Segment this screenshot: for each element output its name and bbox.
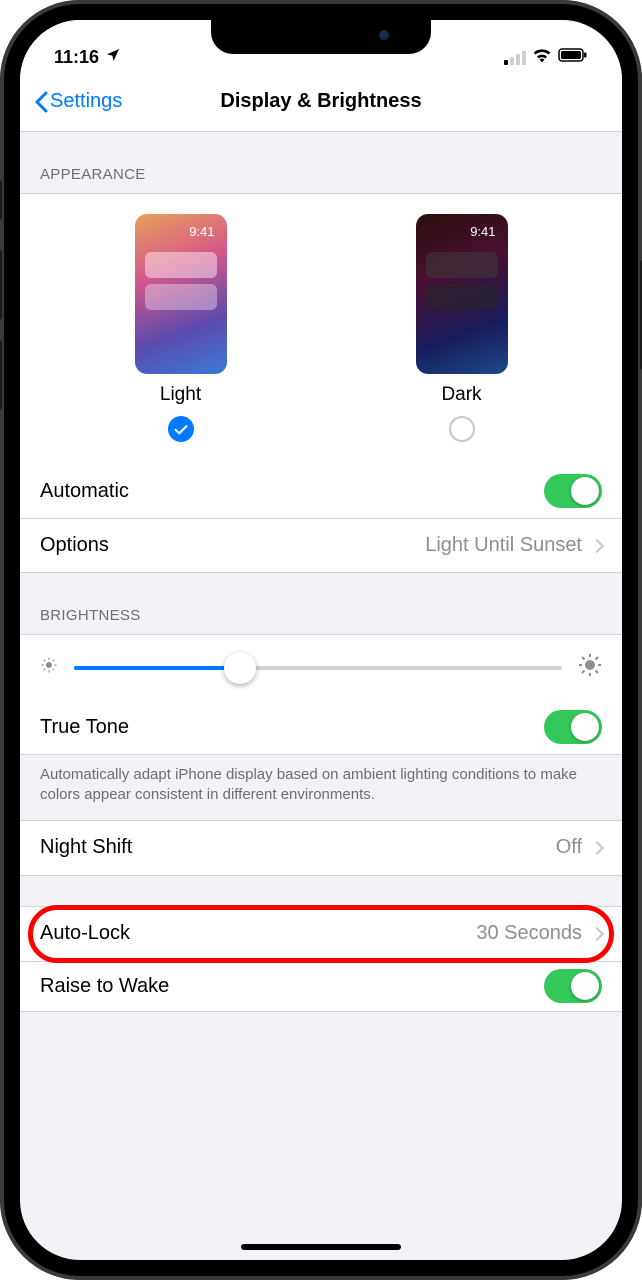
light-radio[interactable] xyxy=(168,416,194,442)
light-label: Light xyxy=(160,384,201,406)
brightness-slider-row xyxy=(20,634,622,700)
appearance-header: APPEARANCE xyxy=(20,132,622,193)
chevron-right-icon xyxy=(590,926,604,940)
location-icon xyxy=(105,47,121,68)
dark-radio[interactable] xyxy=(449,416,475,442)
light-preview: 9:41 xyxy=(135,214,227,374)
true-tone-label: True Tone xyxy=(40,716,129,739)
chevron-right-icon xyxy=(590,840,604,854)
dark-label: Dark xyxy=(441,384,481,406)
screen: 11:16 Settings xyxy=(20,20,622,1260)
page-title: Display & Brightness xyxy=(220,90,421,113)
appearance-selector: 9:41 Light 9:41 Dark xyxy=(20,193,622,464)
dark-preview: 9:41 xyxy=(416,214,508,374)
preview-time: 9:41 xyxy=(189,224,214,239)
chevron-left-icon xyxy=(34,91,48,113)
automatic-toggle[interactable] xyxy=(544,474,602,508)
cellular-signal-icon xyxy=(504,51,526,65)
battery-icon xyxy=(558,48,588,67)
phone-frame: 11:16 Settings xyxy=(0,0,642,1280)
auto-lock-label: Auto-Lock xyxy=(40,922,130,945)
automatic-row: Automatic xyxy=(20,464,622,518)
auto-lock-row[interactable]: Auto-Lock 30 Seconds xyxy=(20,907,622,961)
options-value: Light Until Sunset xyxy=(425,534,582,557)
volume-down-button xyxy=(0,340,2,410)
night-shift-label: Night Shift xyxy=(40,836,132,859)
brightness-header: BRIGHTNESS xyxy=(20,573,622,634)
sun-large-icon xyxy=(578,653,602,682)
sun-small-icon xyxy=(40,656,58,679)
chevron-right-icon xyxy=(590,538,604,552)
raise-to-wake-toggle[interactable] xyxy=(544,969,602,1003)
preview-time: 9:41 xyxy=(470,224,495,239)
true-tone-toggle[interactable] xyxy=(544,710,602,744)
night-shift-value: Off xyxy=(556,836,582,859)
automatic-label: Automatic xyxy=(40,480,129,503)
true-tone-row: True Tone xyxy=(20,700,622,754)
status-time: 11:16 xyxy=(54,47,99,68)
appearance-option-dark[interactable]: 9:41 Dark xyxy=(416,214,508,442)
back-button[interactable]: Settings xyxy=(34,90,122,113)
wifi-icon xyxy=(532,47,552,68)
auto-lock-value: 30 Seconds xyxy=(476,922,582,945)
notch xyxy=(211,20,431,54)
brightness-slider[interactable] xyxy=(74,666,562,670)
navigation-bar: Settings Display & Brightness xyxy=(20,72,622,132)
true-tone-footer: Automatically adapt iPhone display based… xyxy=(20,755,622,820)
brightness-thumb[interactable] xyxy=(224,652,256,684)
volume-up-button xyxy=(0,250,2,320)
content: APPEARANCE 9:41 Light 9:41 xyxy=(20,132,622,1012)
options-row[interactable]: Options Light Until Sunset xyxy=(20,518,622,572)
night-shift-row[interactable]: Night Shift Off xyxy=(20,821,622,875)
raise-to-wake-row: Raise to Wake xyxy=(20,961,622,1011)
mute-switch xyxy=(0,180,2,220)
home-indicator[interactable] xyxy=(241,1244,401,1250)
options-label: Options xyxy=(40,534,109,557)
appearance-option-light[interactable]: 9:41 Light xyxy=(135,214,227,442)
raise-to-wake-label: Raise to Wake xyxy=(40,975,169,998)
back-label: Settings xyxy=(50,90,122,113)
